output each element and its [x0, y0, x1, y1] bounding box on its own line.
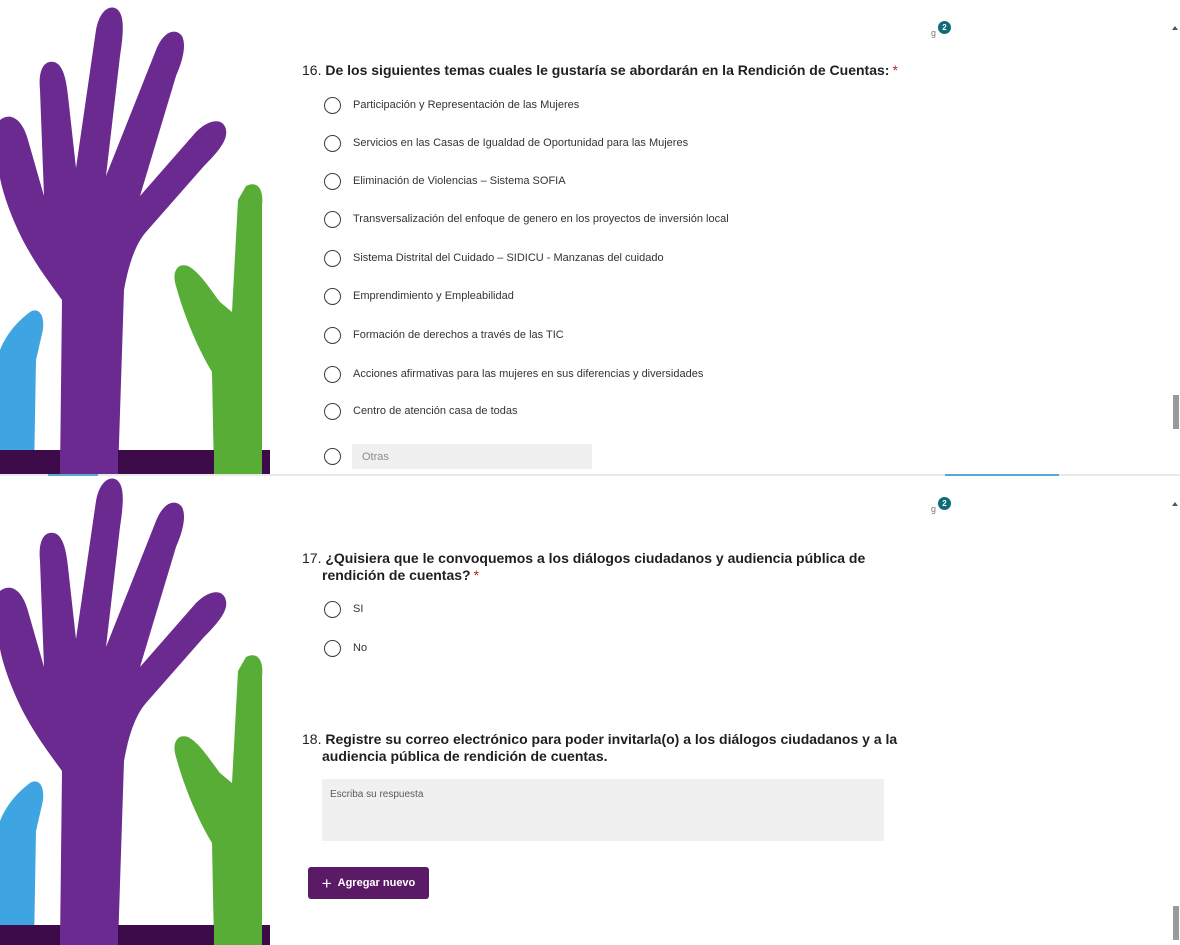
other-text-input[interactable]: [352, 444, 592, 469]
plus-icon: +: [321, 873, 332, 893]
radio-button[interactable]: [324, 96, 341, 114]
option-formacion-tic[interactable]: Formación de derechos a través de las TI…: [324, 325, 564, 345]
radio-button[interactable]: [324, 172, 341, 190]
radio-button[interactable]: [324, 326, 341, 344]
blue-hand-shape: [0, 781, 44, 945]
scroll-thumb[interactable]: [1173, 906, 1179, 940]
question-17-title: 17. ¿Quisiera que le convoquemos a los d…: [302, 550, 865, 584]
blue-hand-shape: [0, 310, 44, 474]
radio-button[interactable]: [324, 365, 341, 383]
ideas-count: 2: [938, 497, 951, 510]
option-label: Sistema Distrital del Cuidado – SIDICU -…: [353, 252, 664, 264]
radio-button[interactable]: [324, 639, 341, 657]
option-otras[interactable]: [324, 446, 341, 466]
radio-button[interactable]: [324, 600, 341, 618]
ideas-badge[interactable]: ᵍ 2: [931, 497, 957, 519]
option-label: Centro de atención casa de todas: [353, 405, 518, 417]
option-emprendimiento[interactable]: Emprendimiento y Empleabilidad: [324, 286, 514, 306]
option-centro-atencion[interactable]: Centro de atención casa de todas: [324, 401, 518, 421]
question-number: 18.: [302, 731, 322, 747]
question-number: 16.: [302, 62, 322, 78]
option-label: No: [353, 642, 368, 654]
question-16-title: 16. De los siguientes temas cuales le gu…: [302, 62, 898, 79]
question-number: 17.: [302, 550, 322, 566]
radio-button[interactable]: [324, 287, 341, 305]
radio-button[interactable]: [324, 134, 341, 152]
option-sidicu[interactable]: Sistema Distrital del Cuidado – SIDICU -…: [324, 248, 664, 268]
question-text-line-2: audiencia pública de rendición de cuenta…: [322, 748, 608, 764]
raised-hands-illustration: [0, 476, 270, 945]
ideas-count: 2: [938, 21, 951, 34]
email-answer-field[interactable]: [322, 779, 884, 841]
option-label: Emprendimiento y Empleabilidad: [353, 290, 514, 302]
option-label: SI: [353, 603, 364, 615]
scrollbar[interactable]: [1172, 476, 1180, 945]
option-no[interactable]: No: [324, 638, 367, 658]
scroll-up-arrow-icon[interactable]: [1172, 26, 1178, 30]
required-star: *: [892, 62, 898, 78]
form-screenshot-top: ᵍ 2 16. De los siguientes temas cuales l…: [0, 0, 1180, 474]
form-screenshot-bottom: ᵍ 2 17. ¿Quisiera que le convoquemos a l…: [0, 476, 1180, 945]
option-si[interactable]: SI: [324, 599, 363, 619]
question-text: De los siguientes temas cuales le gustar…: [325, 62, 890, 78]
radio-button[interactable]: [324, 447, 341, 465]
option-servicios[interactable]: Servicios en las Casas de Igualdad de Op…: [324, 133, 688, 153]
radio-button[interactable]: [324, 210, 341, 228]
green-hand-shape: [174, 655, 263, 945]
raised-hands-illustration: [0, 0, 270, 474]
option-label: Eliminación de Violencias – Sistema SOFI…: [353, 175, 566, 187]
question-text-line-1: Registre su correo electrónico para pode…: [325, 731, 898, 747]
option-label: Transversalización del enfoque de genero…: [353, 213, 729, 225]
radio-button[interactable]: [324, 249, 341, 267]
scrollbar[interactable]: [1172, 0, 1180, 474]
radio-button[interactable]: [324, 402, 341, 420]
question-text-line-2: rendición de cuentas?: [322, 567, 471, 583]
option-acciones-afirmativas[interactable]: Acciones afirmativas para las mujeres en…: [324, 364, 703, 384]
option-label: Participación y Representación de las Mu…: [353, 99, 580, 111]
question-18-title: 18. Registre su correo electrónico para …: [302, 731, 897, 765]
option-label: Formación de derechos a través de las TI…: [353, 329, 564, 341]
add-new-label: Agregar nuevo: [337, 877, 416, 889]
option-label: Servicios en las Casas de Igualdad de Op…: [353, 137, 689, 149]
option-label: Acciones afirmativas para las mujeres en…: [353, 368, 704, 380]
option-transversalizacion[interactable]: Transversalización del enfoque de genero…: [324, 209, 729, 229]
option-participacion[interactable]: Participación y Representación de las Mu…: [324, 95, 579, 115]
scroll-up-arrow-icon[interactable]: [1172, 502, 1178, 506]
add-new-button[interactable]: + Agregar nuevo: [308, 867, 429, 899]
ideas-badge[interactable]: ᵍ 2: [931, 21, 957, 43]
required-star: *: [473, 567, 480, 583]
option-eliminacion-violencias[interactable]: Eliminación de Violencias – Sistema SOFI…: [324, 171, 566, 191]
question-text-line-1: ¿Quisiera que le convoquemos a los diálo…: [325, 550, 866, 566]
lightbulb-icon: ᵍ: [931, 503, 936, 518]
green-hand-shape: [174, 184, 263, 474]
scroll-thumb[interactable]: [1173, 395, 1179, 429]
lightbulb-icon: ᵍ: [931, 27, 936, 42]
